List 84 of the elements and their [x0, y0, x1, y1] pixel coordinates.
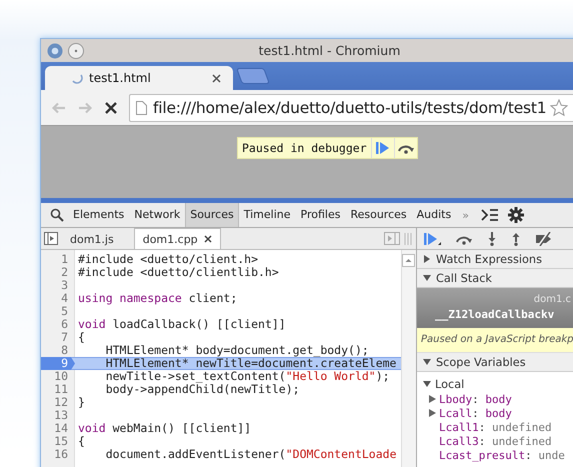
grip-icon[interactable]: [404, 233, 412, 245]
call-frame[interactable]: dom1.c __Z12loadCallbackv: [417, 288, 573, 328]
code-line: void loadCallback() [[client]]: [77, 318, 286, 331]
section-header[interactable]: Scope Variables: [417, 353, 573, 372]
panel-tab[interactable]: Audits: [412, 203, 456, 227]
line-number: 1: [60, 253, 69, 266]
line-number: 10: [53, 370, 69, 383]
window-title: test1.html - Chromium: [258, 43, 402, 58]
variable-entry: Lbody: body: [439, 392, 512, 406]
resume-icon[interactable]: [423, 232, 441, 246]
step-over-icon[interactable]: [394, 138, 417, 158]
panel-tab[interactable]: Profiles: [296, 203, 346, 227]
panel-tab[interactable]: Resources: [345, 203, 412, 227]
line-number: 4: [60, 292, 69, 305]
expanded-triangle-icon[interactable]: [423, 380, 431, 388]
tab-title: test1.html: [89, 71, 151, 85]
line-number: 7: [60, 331, 69, 344]
frame-name: __Z12loadCallbackv: [435, 308, 556, 321]
code-line: using namespace client;: [77, 292, 238, 305]
search-icon[interactable]: [50, 208, 64, 222]
step-out-icon[interactable]: [511, 232, 521, 246]
paused-message: Paused in debugger: [241, 140, 368, 157]
panel-tab[interactable]: Elements: [68, 203, 130, 227]
code-line: #include <duetto/clientlib.h>: [77, 266, 279, 279]
browser-tab[interactable]: test1.html: [45, 66, 233, 90]
code-line: document.addEventListener("DOMContentLoade: [104, 448, 396, 461]
page-icon: [136, 100, 147, 114]
section-header[interactable]: Call Stack: [417, 269, 573, 288]
file-tab[interactable]: dom1.js: [62, 229, 122, 249]
scrollbar[interactable]: [401, 250, 416, 467]
file-tab[interactable]: dom1.cpp: [134, 228, 221, 249]
line-number: 13: [53, 409, 69, 422]
line-number: 12: [53, 396, 69, 409]
stop-icon[interactable]: [103, 100, 119, 116]
variable-entry: Lcall1: undefined: [439, 420, 552, 434]
paused-reason: Paused on a JavaScript breakp: [417, 328, 573, 353]
variable-entry: Lcall3: undefined: [439, 434, 552, 448]
panel-tab[interactable]: Timeline: [238, 203, 296, 227]
expanded-triangle-icon: [423, 358, 431, 366]
scope-title: Local: [435, 378, 464, 390]
settings-icon[interactable]: [508, 207, 524, 223]
code-line: #include <duetto/client.h>: [77, 253, 258, 266]
code-line: {: [77, 331, 85, 344]
variable-entry: Lcall: body: [439, 406, 512, 420]
file-name: dom1.js: [70, 232, 114, 246]
code-line: newTitle->set_textContent("Hello World");: [104, 370, 390, 383]
code-line: }: [77, 396, 85, 409]
section-title: Watch Expressions: [436, 252, 542, 266]
debugger-toggle-icon[interactable]: [384, 232, 400, 245]
line-number: 5: [60, 305, 69, 318]
section-title: Scope Variables: [436, 356, 526, 368]
section-title: Call Stack: [436, 272, 492, 284]
code-line: body->appendChild(newTitle);: [104, 383, 300, 396]
navigator-toggle-icon[interactable]: [44, 232, 58, 245]
console-icon[interactable]: [480, 208, 499, 222]
step-into-icon[interactable]: [487, 232, 497, 246]
line-number: 8: [60, 344, 69, 357]
frame-location: dom1.c: [534, 294, 571, 305]
collapsed-triangle-icon: [423, 255, 431, 263]
scroll-up-icon[interactable]: [402, 254, 415, 267]
close-icon[interactable]: [212, 74, 221, 82]
line-number: 3: [60, 279, 69, 292]
app-logo-icon: [47, 42, 63, 58]
splitter-handle[interactable]: [41, 198, 573, 203]
panel-tab[interactable]: Sources: [185, 203, 239, 227]
address-bar[interactable]: file:///home/alex/duetto/duetto-utils/tests/dom/test1: [129, 94, 573, 122]
line-number: 16: [53, 448, 69, 461]
line-number: 9: [41, 357, 75, 370]
code-line: void webMain() [[client]]: [77, 422, 252, 435]
code-line: {: [77, 435, 85, 448]
line-number: 11: [53, 383, 69, 396]
expanded-triangle-icon: [423, 274, 431, 282]
code-line: HTMLElement* newTitle=document.createEleme: [104, 357, 396, 370]
line-number: 15: [53, 435, 69, 448]
line-number: 2: [60, 266, 69, 279]
variable-entry: Lcast_presult: unde: [439, 448, 565, 462]
star-icon[interactable]: [550, 98, 568, 116]
close-icon[interactable]: [204, 235, 212, 243]
section-header[interactable]: Watch Expressions: [417, 250, 573, 269]
code-line: HTMLElement* body=document.get_body();: [104, 344, 369, 357]
panel-tab[interactable]: Network: [129, 203, 186, 227]
file-name: dom1.cpp: [142, 232, 198, 246]
line-number: 14: [53, 422, 69, 435]
line-number: 6: [60, 318, 69, 331]
